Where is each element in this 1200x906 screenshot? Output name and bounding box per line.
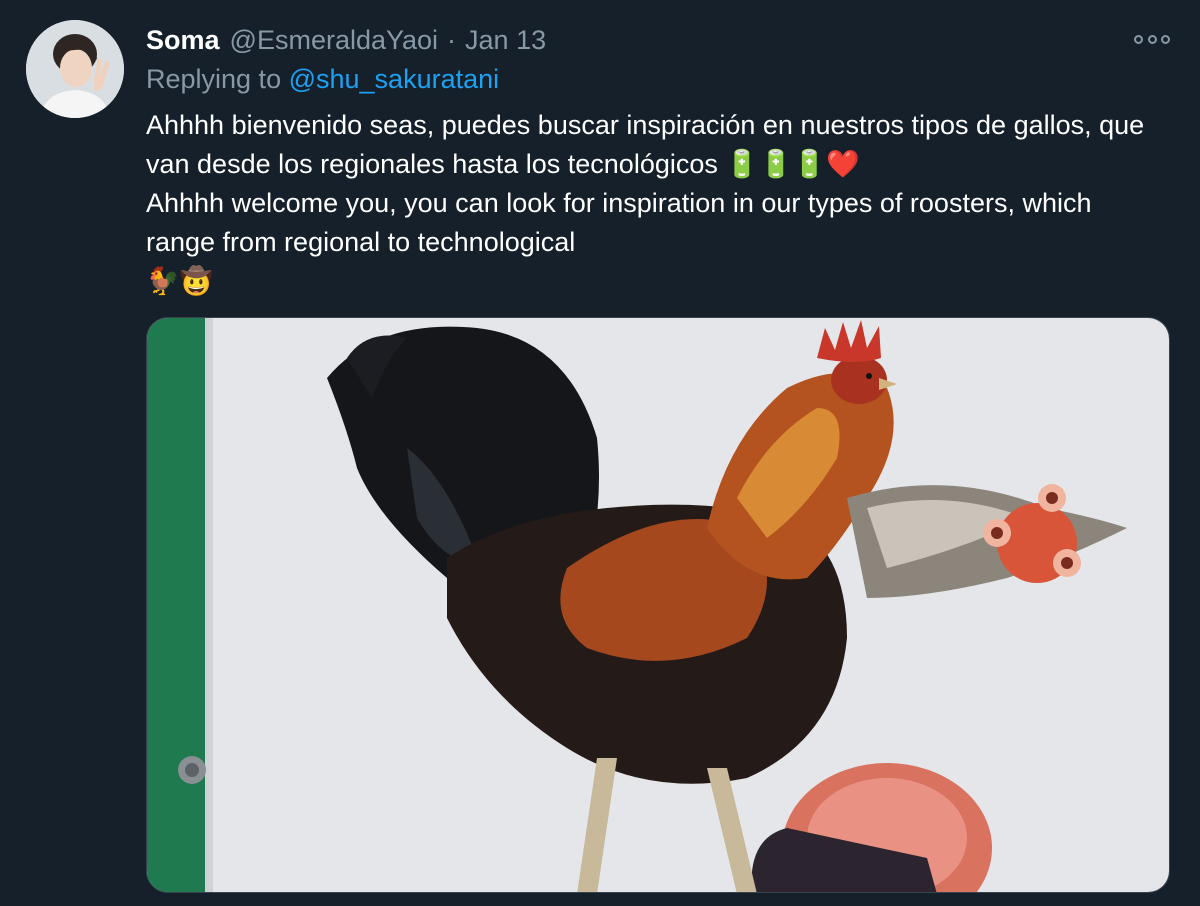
more-dot [1134,34,1143,44]
more-options-icon[interactable] [1134,30,1170,48]
tweet-date[interactable]: Jan 13 [465,25,546,56]
tweet-media[interactable] [146,317,1170,893]
rooster-photo [147,318,1169,892]
tweet: Soma @EsmeraldaYaoi · Jan 13 Replying to… [0,0,1200,906]
reply-to-link[interactable]: @shu_sakuratani [289,64,500,94]
reply-prefix: Replying to [146,64,289,94]
separator-dot: · [447,24,457,55]
tweet-text: Ahhhh bienvenido seas, puedes buscar ins… [146,110,1145,296]
user-handle[interactable]: @EsmeraldaYaoi [230,25,439,56]
display-name[interactable]: Soma [146,25,220,56]
tweet-header: Soma @EsmeraldaYaoi · Jan 13 [146,22,546,58]
avatar-image [26,20,124,118]
more-dot [1161,34,1170,44]
more-dot [1147,34,1157,44]
replying-to: Replying to @shu_sakuratani [146,64,499,95]
avatar[interactable] [26,20,124,118]
